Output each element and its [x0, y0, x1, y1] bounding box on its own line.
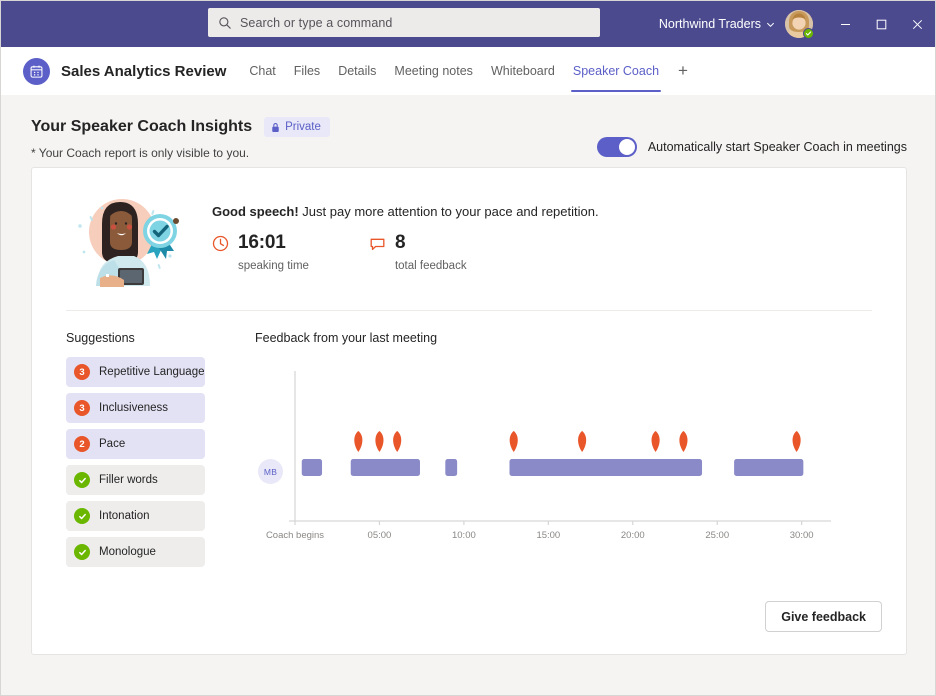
speech-headline-rest: Just pay more attention to your pace and… [298, 204, 599, 219]
suggestion-label: Inclusiveness [99, 402, 169, 414]
add-tab-button[interactable]: + [668, 47, 698, 95]
private-badge-label: Private [285, 121, 321, 133]
check-badge-icon [74, 544, 90, 560]
status-badge: Private [264, 117, 330, 137]
svg-text:Coach begins: Coach begins [266, 530, 324, 541]
metric-top-row: 8 [369, 232, 467, 254]
give-feedback-button[interactable]: Give feedback [765, 601, 882, 632]
svg-text:15:00: 15:00 [536, 530, 560, 541]
avatar[interactable] [785, 10, 814, 39]
count-badge: 3 [74, 400, 90, 416]
search-icon [218, 16, 232, 30]
page-title-row: Your Speaker Coach Insights Private [31, 117, 907, 137]
suggestion-item-pace[interactable]: 2 Pace [66, 429, 205, 459]
suggestions-title: Suggestions [66, 331, 135, 345]
tab-label: Whiteboard [490, 64, 555, 78]
chart-title: Feedback from your last meeting [255, 331, 438, 345]
card-lower-section: Suggestions 3 Repetitive Language 3 Incl… [32, 311, 906, 573]
comment-icon [369, 235, 386, 252]
suggestions-panel: Suggestions 3 Repetitive Language 3 Incl… [32, 331, 237, 573]
auto-start-toggle-row: Automatically start Speaker Coach in mee… [596, 137, 907, 157]
tab-speaker-coach[interactable]: Speaker Coach [564, 47, 668, 95]
lock-icon [271, 122, 280, 133]
tab-meeting-notes[interactable]: Meeting notes [385, 47, 482, 95]
suggestion-item-intonation[interactable]: Intonation [66, 501, 205, 531]
suggestion-item-monologue[interactable]: Monologue [66, 537, 205, 567]
clock-icon [212, 235, 229, 252]
title-bar: Search or type a command Northwind Trade… [1, 1, 935, 47]
tab-label: Meeting notes [394, 64, 473, 78]
feedback-timeline-chart: Feedback from your last meeting MB Coach… [237, 331, 906, 573]
tab-files[interactable]: Files [285, 47, 329, 95]
maximize-button[interactable] [863, 1, 899, 47]
count-badge: 3 [74, 364, 90, 380]
svg-text:25:00: 25:00 [705, 530, 729, 541]
suggestion-label: Pace [99, 438, 126, 450]
org-switcher[interactable]: Northwind Traders [659, 17, 785, 31]
speaker-coach-page: Your Speaker Coach Insights Private * Yo… [1, 95, 935, 695]
check-badge-icon [74, 508, 90, 524]
metric-value: 16:01 [238, 232, 286, 253]
tab-label: Speaker Coach [572, 64, 660, 78]
page-header: Your Speaker Coach Insights Private * Yo… [1, 95, 935, 160]
speech-headline: Good speech! Just pay more attention to … [212, 204, 599, 219]
suggestion-label: Repetitive Language [99, 366, 205, 378]
minimize-button[interactable] [827, 1, 863, 47]
tab-label: Details [338, 64, 377, 78]
auto-start-toggle[interactable] [596, 137, 637, 157]
close-button[interactable] [899, 1, 935, 47]
speech-headline-bold: Good speech! [212, 204, 299, 219]
woman-with-award-badge-illustration [66, 190, 184, 290]
svg-text:20:00: 20:00 [621, 530, 645, 541]
calendar-icon [23, 57, 50, 85]
suggestion-label: Intonation [99, 510, 150, 522]
chart-plot-area: MB Coach begins 05:00 10:00 15:00 20:00 25:00… [255, 353, 835, 553]
suggestion-label: Monologue [99, 546, 156, 558]
tab-details[interactable]: Details [329, 47, 385, 95]
tab-label: Files [293, 64, 321, 78]
summary-text-block: Good speech! Just pay more attention to … [212, 186, 599, 272]
suggestion-item-filler-words[interactable]: Filler words [66, 465, 205, 495]
auto-start-toggle-label: Automatically start Speaker Coach in mee… [647, 140, 907, 154]
metric-label: speaking time [238, 260, 309, 272]
metric-value: 8 [394, 232, 406, 253]
metric-label: total feedback [394, 260, 467, 272]
svg-text:10:00: 10:00 [452, 530, 476, 541]
speaker-initials-chip: MB [258, 459, 283, 484]
meeting-tab-bar: Sales Analytics Review Chat Files Detail… [1, 47, 935, 95]
search-placeholder: Search or type a command [240, 15, 393, 30]
metric-total-feedback: 8 total feedback [369, 232, 467, 272]
suggestion-item-repetitive-language[interactable]: 3 Repetitive Language [66, 357, 205, 387]
search-input[interactable]: Search or type a command [208, 8, 600, 37]
suggestion-item-inclusiveness[interactable]: 3 Inclusiveness [66, 393, 205, 423]
metrics-row: 16:01 speaking time 8 total feedback [212, 232, 599, 272]
teams-window: Search or type a command Northwind Trade… [0, 0, 936, 696]
tab-label: Chat [249, 64, 276, 78]
svg-text:05:00: 05:00 [368, 530, 392, 541]
metric-top-row: 16:01 [212, 232, 309, 254]
page-title: Your Speaker Coach Insights [31, 118, 253, 135]
summary-section: Good speech! Just pay more attention to … [32, 168, 906, 310]
tab-whiteboard[interactable]: Whiteboard [482, 47, 564, 95]
check-badge-icon [74, 472, 90, 488]
titlebar-right-cluster: Northwind Traders [659, 1, 935, 47]
timeline-svg: Coach begins 05:00 10:00 15:00 20:00 25:00 30:… [266, 371, 831, 541]
count-badge: 2 [74, 436, 90, 452]
insights-card: Good speech! Just pay more attention to … [31, 167, 907, 655]
metric-speaking-time: 16:01 speaking time [212, 232, 309, 272]
tab-chat[interactable]: Chat [240, 47, 284, 95]
meeting-title: Sales Analytics Review [61, 62, 227, 80]
presence-available-icon [803, 28, 814, 39]
org-name-label: Northwind Traders [658, 17, 761, 31]
suggestion-label: Filler words [99, 474, 158, 486]
svg-text:30:00: 30:00 [790, 530, 814, 541]
chevron-down-icon [766, 20, 775, 29]
